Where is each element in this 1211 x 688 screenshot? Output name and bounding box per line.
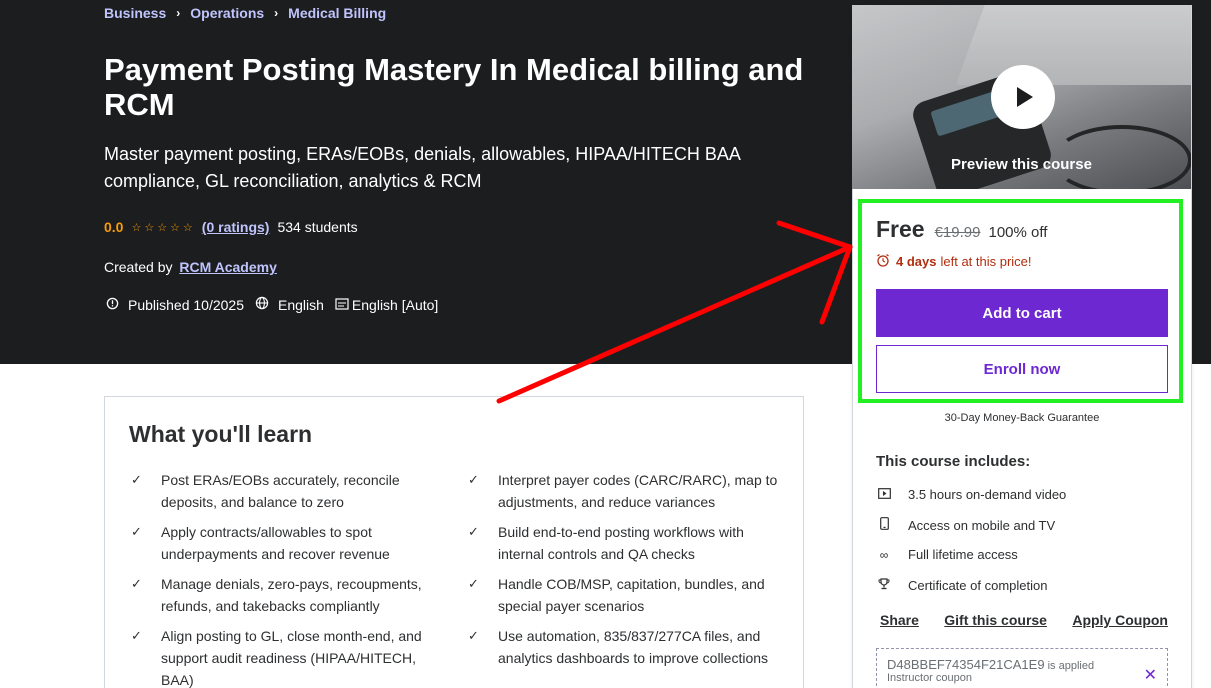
chevron-right-icon: › bbox=[176, 6, 181, 20]
play-icon[interactable] bbox=[991, 65, 1055, 129]
applied-coupon: D48BBEF74354F21CA1E9 is applied Instruct… bbox=[876, 648, 1168, 688]
course-meta: Published 10/2025 English English [Auto] bbox=[104, 296, 448, 313]
author-link[interactable]: RCM Academy bbox=[179, 259, 277, 275]
captions-icon bbox=[334, 297, 350, 313]
mobile-icon bbox=[876, 517, 892, 533]
created-by-label: Created by bbox=[104, 259, 173, 275]
trophy-icon bbox=[876, 578, 892, 593]
what-youll-learn-box: What you'll learn ✓ Post ERAs/EOBs accura… bbox=[104, 396, 804, 688]
course-language: English bbox=[254, 296, 324, 313]
learn-item: ✓ Align posting to GL, close month-end, a… bbox=[129, 625, 442, 688]
coupon-type: Instructor coupon bbox=[887, 672, 972, 684]
include-item: Access on mobile and TV bbox=[876, 517, 1055, 533]
learn-item: ✓ Apply contracts/allowables to spot unde… bbox=[129, 521, 442, 565]
published-date: Published 10/2025 bbox=[104, 297, 244, 313]
learn-item: ✓ Handle COB/MSP, capitation, bundles, an… bbox=[466, 573, 779, 617]
breadcrumb-medical-billing[interactable]: Medical Billing bbox=[288, 5, 386, 21]
money-back-guarantee: 30-Day Money-Back Guarantee bbox=[944, 412, 1100, 424]
check-icon: ✓ bbox=[468, 628, 479, 643]
sidebar-links: Share Gift this course Apply Coupon bbox=[852, 612, 1192, 628]
check-icon: ✓ bbox=[468, 524, 479, 539]
check-icon: ✓ bbox=[131, 628, 142, 643]
course-title: Payment Posting Mastery In Medical billi… bbox=[104, 52, 804, 122]
coupon-code: D48BBEF74354F21CA1E9 bbox=[887, 657, 1045, 672]
learn-heading: What you'll learn bbox=[129, 421, 313, 447]
includes-title: This course includes: bbox=[876, 453, 1031, 470]
learn-item: ✓ Use automation, 835/837/277CA files, an… bbox=[466, 625, 779, 688]
gift-course-link[interactable]: Gift this course bbox=[944, 612, 1047, 628]
course-preview[interactable]: Preview this course bbox=[852, 5, 1191, 189]
alert-badge-icon bbox=[104, 297, 120, 313]
video-icon bbox=[876, 487, 892, 502]
coupon-applied-text: is applied bbox=[1047, 660, 1095, 672]
share-link[interactable]: Share bbox=[880, 612, 919, 628]
include-item: 3.5 hours on-demand video bbox=[876, 487, 1066, 502]
annotation-highlight-box bbox=[858, 199, 1183, 403]
star-rating-icon: ☆☆☆☆☆ bbox=[131, 221, 196, 234]
ratings-link[interactable]: (0 ratings) bbox=[202, 219, 270, 235]
apply-coupon-link[interactable]: Apply Coupon bbox=[1072, 612, 1168, 628]
check-icon: ✓ bbox=[131, 472, 142, 487]
created-by: Created by RCM Academy bbox=[104, 259, 277, 275]
check-icon: ✓ bbox=[468, 472, 479, 487]
chevron-right-icon: › bbox=[274, 6, 279, 20]
infinity-icon: ∞ bbox=[879, 547, 889, 562]
breadcrumb-operations[interactable]: Operations bbox=[190, 5, 264, 21]
learn-item: ✓ Build end-to-end posting workflows with… bbox=[466, 521, 779, 565]
breadcrumb: Business › Operations › Medical Billing bbox=[104, 5, 386, 21]
check-icon: ✓ bbox=[468, 576, 479, 591]
students-count: 534 students bbox=[277, 219, 358, 235]
include-item: Certificate of completion bbox=[876, 578, 1047, 593]
learn-list: ✓ Post ERAs/EOBs accurately, reconcile de… bbox=[129, 469, 781, 688]
globe-icon bbox=[254, 296, 270, 313]
course-captions: English [Auto] bbox=[334, 297, 438, 313]
check-icon: ✓ bbox=[131, 524, 142, 539]
learn-item: ✓ Post ERAs/EOBs accurately, reconcile de… bbox=[129, 469, 442, 513]
rating-row: 0.0 ☆☆☆☆☆ (0 ratings) 534 students bbox=[104, 219, 358, 235]
learn-item: ✓ Manage denials, zero-pays, recoupments,… bbox=[129, 573, 442, 617]
include-item: ∞ Full lifetime access bbox=[876, 547, 1018, 562]
rating-value: 0.0 bbox=[104, 219, 124, 235]
close-icon[interactable]: ✕ bbox=[1144, 665, 1157, 685]
course-subtitle: Master payment posting, ERAs/EOBs, denia… bbox=[104, 144, 740, 191]
learn-item: ✓ Interpret payer codes (CARC/RARC), map … bbox=[466, 469, 779, 513]
check-icon: ✓ bbox=[131, 576, 142, 591]
preview-label: Preview this course bbox=[951, 156, 1092, 173]
breadcrumb-business[interactable]: Business bbox=[104, 5, 166, 21]
